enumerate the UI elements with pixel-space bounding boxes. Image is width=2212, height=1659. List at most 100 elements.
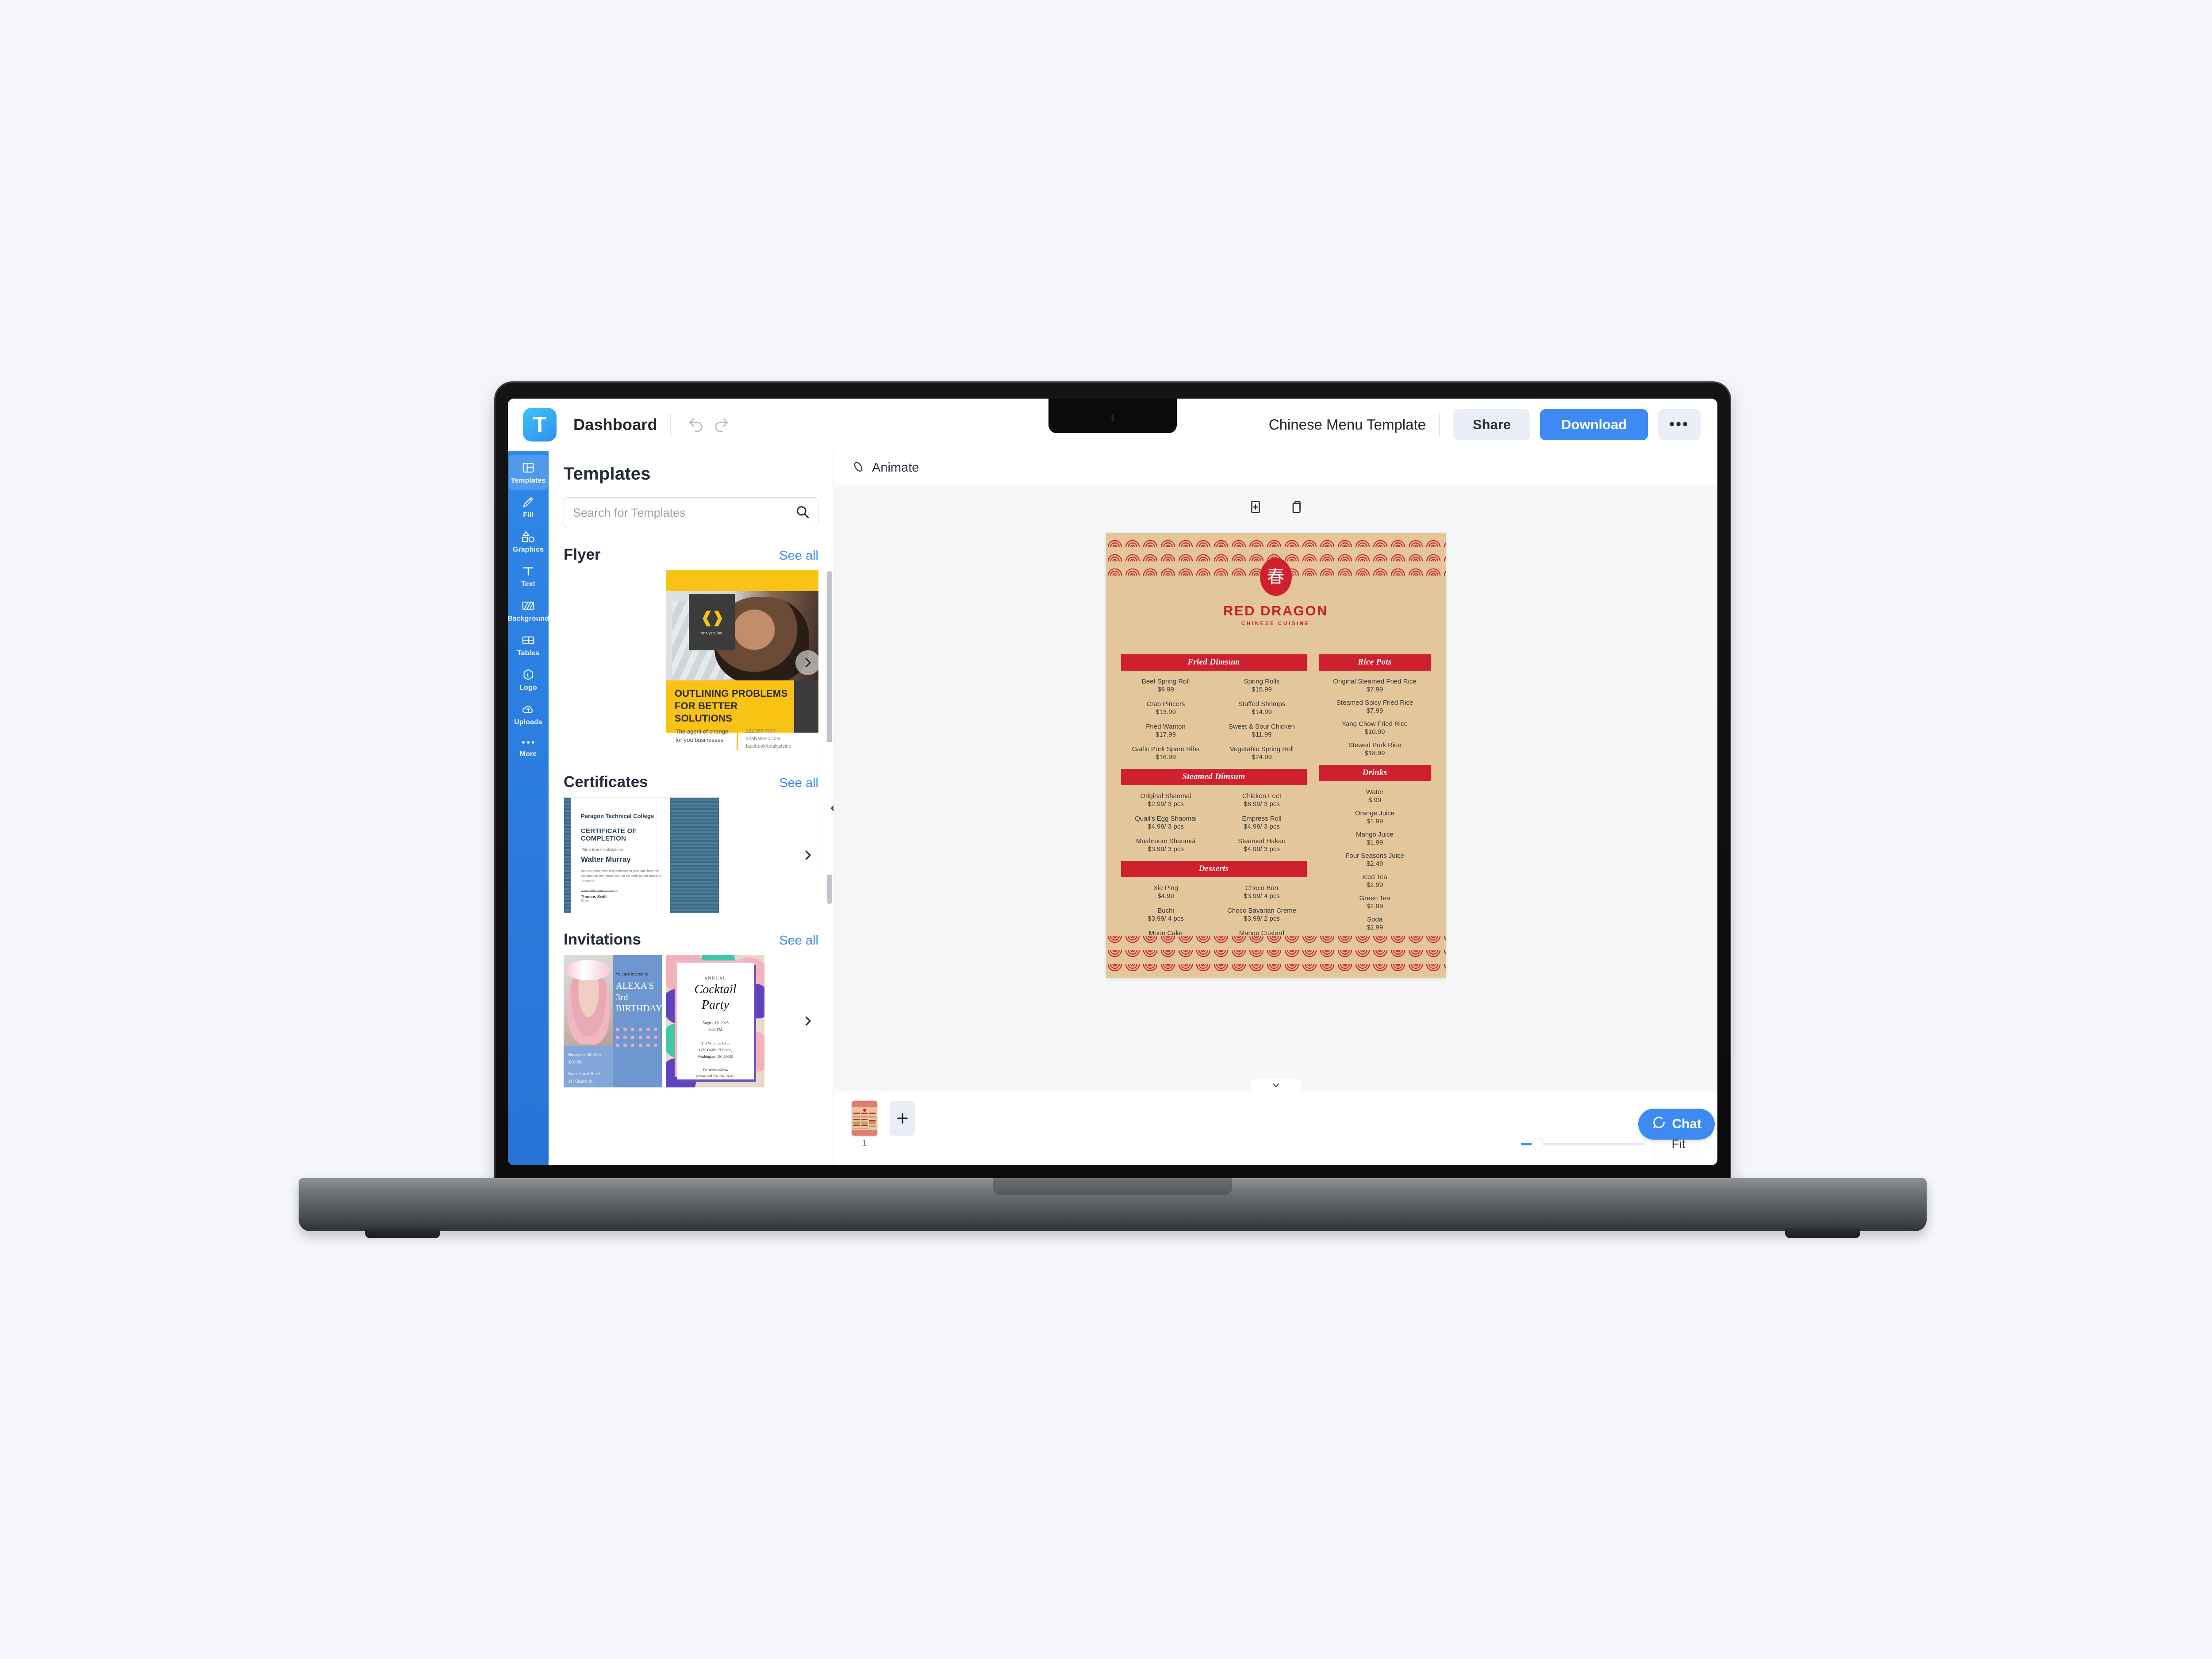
menu-item: Original Shaomai $2.99/ 3 pcs (1121, 792, 1211, 808)
sidebar-item-tables[interactable]: Tables (509, 628, 548, 662)
flyer-next-button[interactable] (795, 650, 820, 675)
see-all-flyer[interactable]: See all (779, 549, 818, 563)
download-button[interactable]: Download (1540, 409, 1648, 440)
section-title-invitations: Invitations (564, 931, 641, 948)
cocktail-venue: The Whitlow Club (701, 1041, 730, 1046)
invitation-title: ALEXA'S 3rd BIRTHDAY! (615, 980, 662, 1014)
redo-button[interactable] (709, 412, 734, 438)
app-body: Templates Fill Graphics Text Background … (508, 451, 1717, 1165)
menu-item-name: Xie Ping (1153, 884, 1178, 892)
menu-item-name: Mushroom Shaomai (1136, 837, 1196, 845)
collapse-panel-button[interactable] (824, 741, 833, 875)
sidebar-label-templates: Templates (511, 477, 546, 484)
flyer-logo-glyph: ❰❱ (700, 609, 724, 626)
page-number: 1 (862, 1138, 867, 1148)
invitation-thumbs: You are invited to ALEXA'S 3rd BIRTHDAY! (564, 955, 818, 1087)
invitation-address1: 311 Charter St., (568, 1079, 595, 1084)
invitation-baby-photo (564, 955, 613, 1046)
menu-item: Water $.99 (1319, 788, 1431, 804)
menu-item-price: $7.99 (1366, 686, 1383, 693)
menu-item: Soda $2.99 (1319, 916, 1431, 931)
thumb-col (853, 1113, 860, 1129)
more-options-button[interactable]: ••• (1658, 409, 1701, 440)
sidebar-item-templates[interactable]: Templates (509, 455, 548, 490)
section-title-flyer: Flyer (564, 546, 601, 563)
thumb-col (869, 1113, 876, 1129)
document-title[interactable]: Chinese Menu Template (1269, 416, 1426, 433)
certificate-signer-role: Dean (581, 899, 590, 903)
menu-item: Xie Ping $4.99 (1121, 884, 1211, 900)
menu-item-price: $7.99 (1366, 707, 1383, 714)
menu-item-price: $3.99/ 2 pcs (1244, 915, 1280, 922)
page-thumbnail-image[interactable] (852, 1101, 877, 1136)
menu-item-name: Iced Tea (1362, 873, 1387, 881)
search-input[interactable] (573, 506, 795, 520)
invitation-date: November 26, 2024 (568, 1053, 602, 1057)
menu-item-price: $4.99/ 3 pcs (1244, 823, 1280, 830)
menu-category-title: Rice Pots (1319, 654, 1431, 671)
sidebar-label-logo: Logo (519, 684, 537, 691)
toolbar-divider (669, 414, 671, 435)
animate-button[interactable]: Animate (872, 461, 919, 475)
menu-item-price: $.99 (1368, 796, 1382, 804)
invitation-dot-pattern (615, 1028, 659, 1047)
laptop-screen: T Dashboard Chinese Menu Template Share … (508, 399, 1717, 1165)
menu-item-price: $1.99 (1366, 839, 1383, 846)
template-thumb-invitation-cocktail[interactable]: ANNUAL Cocktail Party August 16, 2025 9:… (666, 955, 764, 1087)
template-thumb-invitation-birthday[interactable]: You are invited to ALEXA'S 3rd BIRTHDAY! (564, 955, 662, 1087)
dashboard-link[interactable]: Dashboard (573, 415, 657, 434)
add-page-button[interactable] (890, 1101, 915, 1136)
menu-item: Chicken Feet $8.99/ 3 pcs (1217, 792, 1307, 808)
add-page-icon[interactable] (1245, 497, 1266, 517)
cocktail-location: The Whitlow Club 1785 Goldcliff Circle, … (698, 1040, 733, 1060)
app-logo-icon[interactable]: T (523, 408, 557, 442)
svg-text:L: L (527, 673, 530, 678)
menu-item: Stuffed Shrimps $14.99 (1217, 700, 1307, 716)
sidebar-item-logo[interactable]: L Logo (509, 662, 548, 697)
search-icon[interactable] (795, 504, 810, 522)
sidebar-item-fill[interactable]: Fill (509, 490, 548, 524)
cocktail-title-1: Cocktail (694, 983, 737, 996)
sidebar-item-more[interactable]: More (509, 731, 548, 763)
templates-panel-content: Templates Flyer See all (549, 451, 833, 1165)
sidebar-item-uploads[interactable]: Uploads (509, 697, 548, 731)
share-button[interactable]: Share (1453, 409, 1531, 440)
menu-document[interactable]: 春 RED DRAGON CHINESE CUISINE Fried Dimsu… (1106, 533, 1446, 978)
page-thumbnail-1: 1 (852, 1101, 877, 1149)
zoom-slider[interactable] (1521, 1138, 1645, 1150)
template-thumb-certificate[interactable]: Paragon Technical College CERTIFICATE OF… (564, 797, 719, 913)
menu-items-fried-dimsum: Beef Spring Roll $9.99 Spring Rolls $15.99… (1121, 678, 1307, 761)
duplicate-page-icon[interactable] (1286, 497, 1306, 517)
see-all-certificates[interactable]: See all (779, 776, 818, 791)
collapse-pages-button[interactable] (1251, 1079, 1301, 1091)
chat-button[interactable]: Chat (1638, 1109, 1715, 1140)
upload-cloud-icon (521, 703, 535, 716)
certificate-signature-line (581, 891, 612, 892)
cocktail-rsvp: For reservations, please call 251-247-60… (696, 1066, 734, 1079)
certificates-next-button[interactable] (795, 843, 820, 868)
sidebar-label-fill: Fill (523, 511, 534, 519)
menu-item: Buchi $3.99/ 4 pcs (1121, 907, 1211, 922)
menu-item-name: Garlic Pork Spare Ribs (1132, 745, 1200, 753)
menu-item-name: Sweet & Sour Chicken (1228, 723, 1295, 730)
animate-icon[interactable] (852, 460, 865, 476)
section-header-invitations: Invitations See all (564, 931, 818, 949)
menu-item-name: Fried Wanton (1146, 723, 1186, 730)
sidebar-item-background[interactable]: Background (508, 593, 549, 628)
see-all-invitations[interactable]: See all (779, 933, 818, 948)
menu-item-price: $16.99 (1156, 753, 1176, 761)
flyer-footer-divider (736, 727, 738, 750)
zoom-slider-handle[interactable] (1532, 1138, 1544, 1150)
cocktail-card: ANNUAL Cocktail Party August 16, 2025 9:… (677, 963, 754, 1079)
invitations-next-button[interactable] (795, 1009, 820, 1033)
search-templates-field[interactable] (564, 497, 818, 528)
undo-button[interactable] (683, 412, 709, 438)
animate-toolbar: Animate (834, 451, 1717, 485)
menu-item-price: $10.99 (1364, 728, 1385, 736)
menu-item: Quail's Egg Shaomai $4.99/ 3 pcs (1121, 815, 1211, 830)
sidebar-item-graphics[interactable]: Graphics (509, 524, 548, 559)
menu-item-price: $8.99/ 3 pcs (1244, 800, 1280, 808)
sidebar-item-text[interactable]: Text (509, 559, 548, 593)
text-icon (522, 565, 535, 578)
menu-item: Yang Chow Fried Rice $10.99 (1319, 720, 1431, 736)
